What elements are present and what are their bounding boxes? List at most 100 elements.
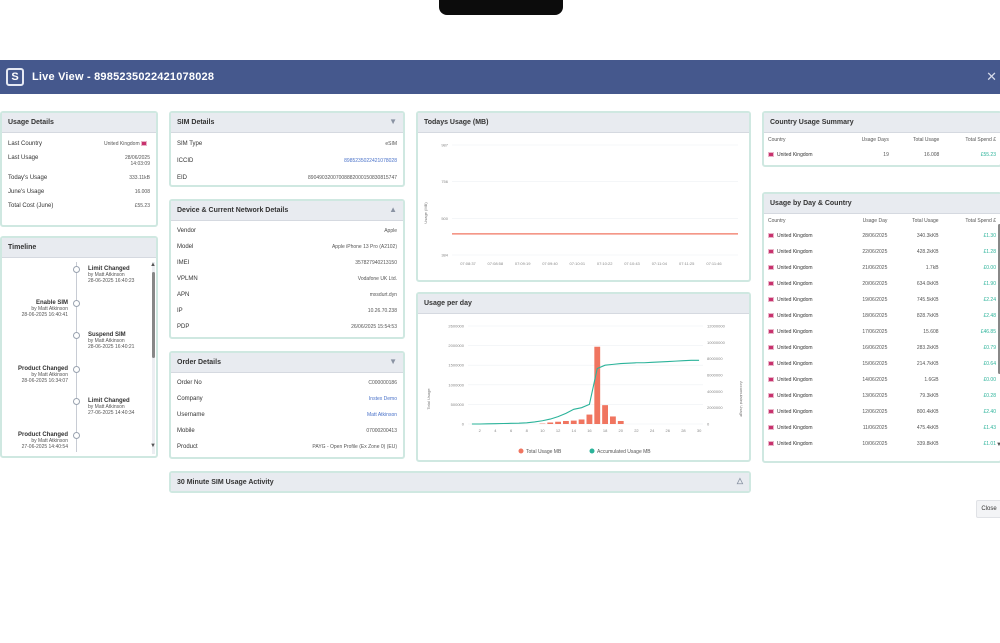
collapse-icon[interactable]: ▲ bbox=[389, 205, 397, 214]
uk-flag-icon bbox=[768, 233, 774, 239]
uk-flag-icon bbox=[768, 329, 774, 335]
timeline-item: Product Changed by Matt Atkinson 28-06-202… bbox=[17, 366, 68, 384]
app-logo-icon: S bbox=[6, 68, 24, 86]
table-row: United Kingdom 20/06/2025 634.0kKB £1.90 bbox=[764, 276, 1000, 292]
uk-flag-icon bbox=[768, 297, 774, 303]
timeline-item: Enable SIM by Matt Atkinson 28-06-2025 16:… bbox=[21, 300, 68, 318]
panel-title: Device & Current Network Details ▲ bbox=[171, 201, 403, 221]
x-tick-label: 22 bbox=[634, 428, 639, 433]
table-row: United Kingdom 28/06/2025 340.3kKB £1.30 bbox=[764, 228, 1000, 244]
timeline-item: Suspend SIM by Matt Atkinson 28-06-2025 16… bbox=[88, 332, 135, 350]
y-right-label: Accumulated Usage bbox=[739, 381, 744, 418]
uk-flag-icon bbox=[768, 313, 774, 319]
usage-bar bbox=[555, 421, 561, 424]
y-left-tick: 500000 bbox=[451, 402, 465, 407]
panel-title: Usage per day bbox=[418, 294, 749, 314]
y-left-tick: 2000000 bbox=[448, 343, 464, 348]
uk-flag-icon bbox=[768, 345, 774, 351]
table-row: United Kingdom 11/06/2025 475.4kKB £1.43 bbox=[764, 420, 1000, 436]
table-row: United Kingdom 13/06/2025 79.3kKB £0.28 bbox=[764, 388, 1000, 404]
y-tick-label: 500 bbox=[441, 216, 448, 221]
scroll-down-icon[interactable]: ▼ bbox=[150, 443, 156, 449]
panel-title: SIM Details ▼ bbox=[171, 113, 403, 133]
usage-bar bbox=[547, 422, 554, 424]
todays-usage-panel: Todays Usage (MB) Usage (MB) 987 756 500 38… bbox=[416, 111, 751, 282]
order-row: Username Matt Atkinson bbox=[171, 412, 403, 428]
y-axis-label: Usage (MB) bbox=[423, 202, 428, 224]
device-row: APN mxsdurt.dyn bbox=[177, 292, 397, 298]
x-tick-label: 07:10:43 bbox=[624, 261, 640, 266]
timeline-item: Product Changed by Matt Atkinson 27-06-202… bbox=[17, 432, 68, 450]
table-row: United Kingdom 14/06/2025 1.6GB £0.00 bbox=[764, 372, 1000, 388]
timeline-panel: Timeline Limit Changed by Matt Atkinson 28… bbox=[0, 236, 158, 458]
table-row: United Kingdom 17/06/2025 15.608 £46.85 bbox=[764, 324, 1000, 340]
company-link[interactable]: Instex Demo bbox=[369, 396, 397, 412]
y-right-tick: 12000000 bbox=[707, 324, 726, 329]
x-tick-label: 07:11:04 bbox=[652, 261, 668, 266]
usage-row: Last Usage 28/06/2025 14:03:09 bbox=[8, 155, 150, 167]
usage-per-day-chart: Total Usage Accumulated Usage 2600000200… bbox=[426, 324, 744, 456]
timeline-dot bbox=[73, 366, 80, 373]
x-tick-label: 24 bbox=[650, 428, 655, 433]
uk-flag-icon bbox=[768, 409, 774, 415]
usage-details-panel: Usage Details Last Country United Kingdom… bbox=[0, 111, 158, 227]
x-tick-label: 6 bbox=[510, 428, 513, 433]
close-icon[interactable]: ✕ bbox=[986, 69, 997, 85]
uk-flag-icon bbox=[768, 377, 774, 383]
uk-flag-icon bbox=[768, 393, 774, 399]
expand-icon[interactable]: △ bbox=[737, 476, 743, 485]
collapse-icon[interactable]: ▼ bbox=[389, 357, 397, 366]
y-left-tick: 0 bbox=[462, 422, 465, 427]
x-tick-label: 07:08:37 bbox=[460, 261, 476, 266]
x-tick-label: 2 bbox=[479, 428, 482, 433]
usage-bar bbox=[570, 420, 577, 424]
usage-bar bbox=[578, 419, 585, 424]
table-row: United Kingdom 21/06/2025 1.7kB £0.00 bbox=[764, 260, 1000, 276]
close-button[interactable]: Close bbox=[976, 500, 1000, 518]
y-left-tick: 1500000 bbox=[448, 363, 464, 368]
x-tick-label: 4 bbox=[494, 428, 497, 433]
scroll-down-icon[interactable]: ▼ bbox=[996, 442, 1000, 448]
collapse-icon[interactable]: ▼ bbox=[389, 117, 397, 126]
x-tick-label: 26 bbox=[666, 428, 671, 433]
uk-flag-icon bbox=[768, 441, 774, 447]
activity-panel[interactable]: 30 Minute SIM Usage Activity △ bbox=[169, 471, 751, 493]
iccid-link[interactable]: 8985235022421078028 bbox=[344, 158, 397, 175]
accumulated-line bbox=[471, 359, 700, 425]
device-notch bbox=[439, 0, 563, 15]
modal-title: Live View - 8985235022421078028 bbox=[32, 71, 215, 83]
panel-title: Country Usage Summary bbox=[764, 113, 1000, 133]
username-link[interactable]: Matt Atkinson bbox=[367, 412, 397, 428]
panel-title: 30 Minute SIM Usage Activity △ bbox=[171, 473, 749, 491]
y-left-tick: 2600000 bbox=[448, 324, 464, 329]
x-tick-label: 28 bbox=[681, 428, 686, 433]
x-tick-label: 20 bbox=[619, 428, 624, 433]
timeline-scroll-thumb[interactable] bbox=[152, 272, 155, 358]
scroll-up-icon[interactable]: ▲ bbox=[150, 262, 156, 268]
usage-bar bbox=[602, 405, 608, 424]
y-left-tick: 1000000 bbox=[448, 382, 464, 387]
todays-usage-chart: Usage (MB) 987 756 500 384 07:08:37 07:08:58… bbox=[423, 143, 738, 266]
timeline-dot bbox=[73, 300, 80, 307]
usage-row: Today's Usage 333.11kB bbox=[8, 175, 150, 181]
x-tick-label: 16 bbox=[587, 428, 592, 433]
x-tick-label: 07:10:01 bbox=[570, 261, 586, 266]
usage-bar bbox=[594, 346, 601, 424]
legend-accum-label: Accumulated Usage MB bbox=[597, 449, 651, 455]
usage-per-day-panel: Usage per day Total Usage Accumulated Us… bbox=[416, 292, 751, 462]
panel-title: Order Details ▼ bbox=[171, 353, 403, 373]
country-summary-panel: Country Usage Summary Country Usage Days T… bbox=[762, 111, 1000, 167]
x-tick-label: 8 bbox=[526, 428, 529, 433]
device-network-panel: Device & Current Network Details ▲ Vendor… bbox=[169, 199, 405, 339]
uk-flag-icon bbox=[768, 281, 774, 287]
x-tick-label: 30 bbox=[697, 428, 702, 433]
uk-flag-icon bbox=[768, 425, 774, 431]
y-right-tick: 0 bbox=[707, 422, 710, 427]
x-tick-label: 07:11:46 bbox=[706, 261, 722, 266]
table-row: United Kingdom 19/06/2025 745.5kKB £2.24 bbox=[764, 292, 1000, 308]
panel-title: Usage Details bbox=[2, 113, 156, 133]
legend-total-marker bbox=[518, 448, 524, 454]
table-row: United Kingdom 19 16.008 £55.23 bbox=[764, 147, 1000, 163]
usage-by-day-table: Country Usage Day Total Usage Total Spend £… bbox=[764, 214, 1000, 452]
y-right-tick: 4000000 bbox=[707, 389, 723, 394]
